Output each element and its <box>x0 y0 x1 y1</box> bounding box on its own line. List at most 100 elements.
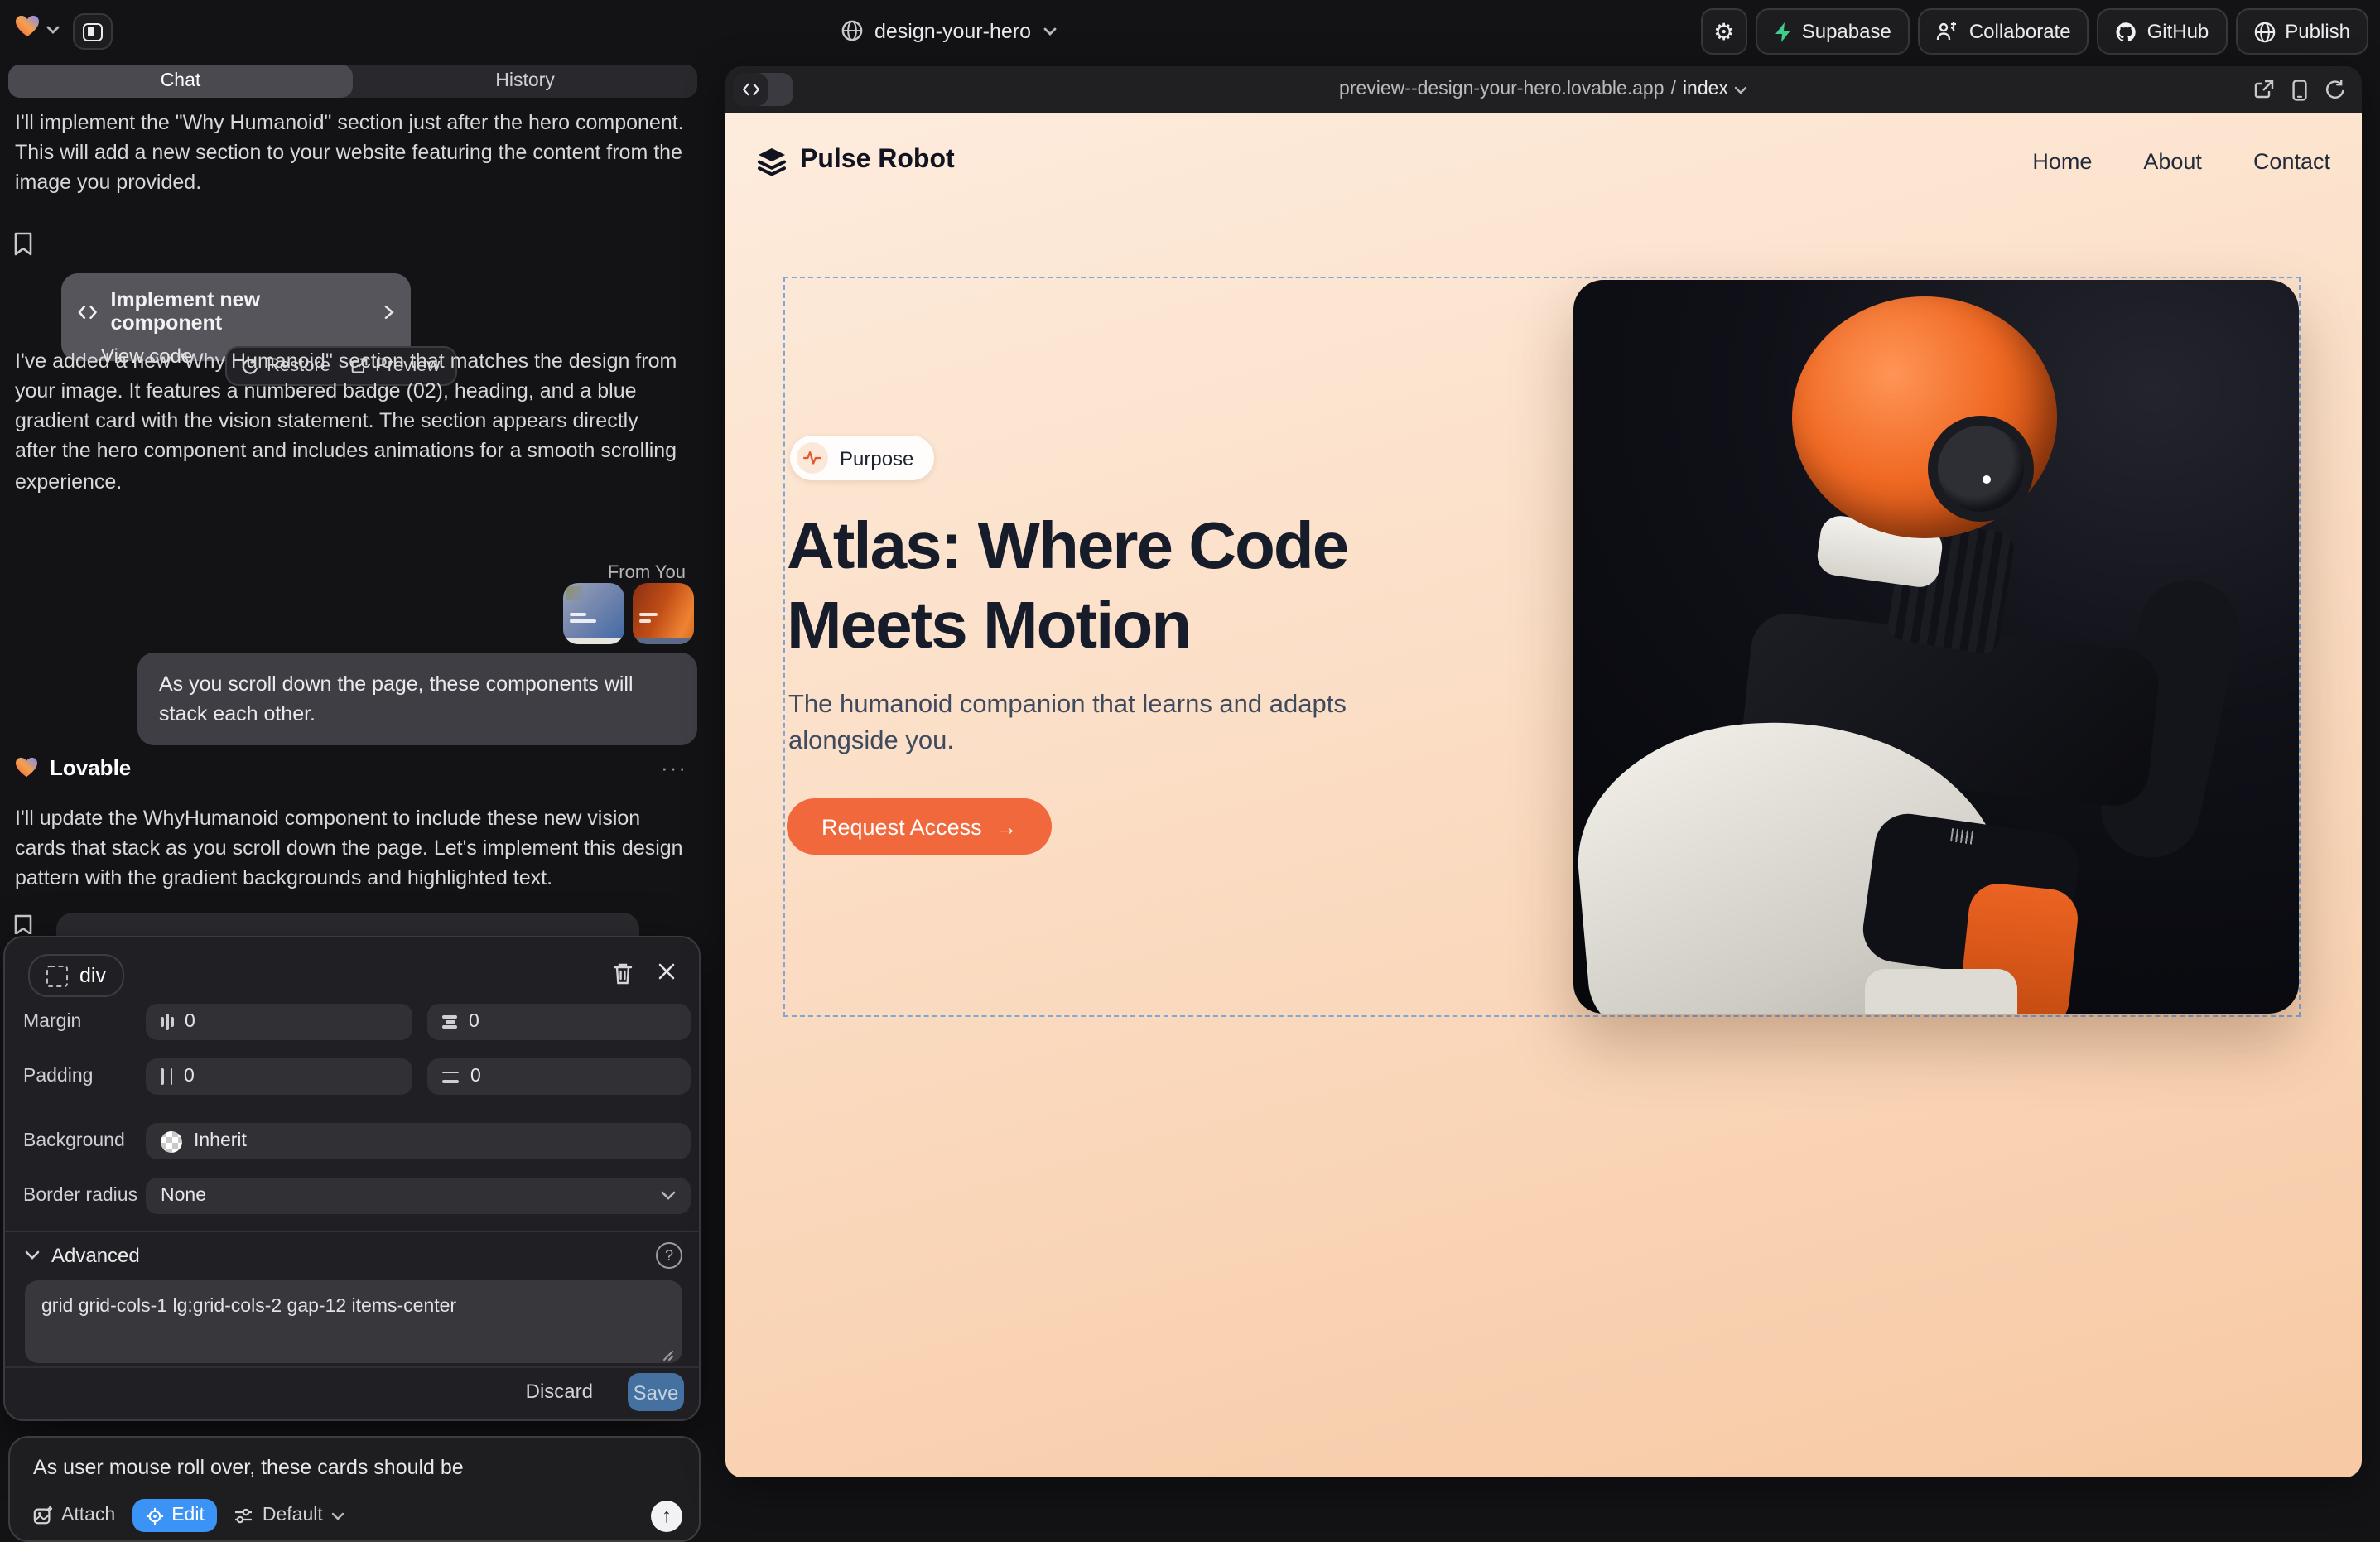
element-tag: div <box>79 964 106 987</box>
transparency-swatch-icon <box>161 1130 182 1152</box>
help-icon[interactable]: ? <box>656 1242 682 1269</box>
chevron-down-icon <box>1043 26 1056 36</box>
chat-history-tabs: Chat History <box>8 65 697 98</box>
margin-x-icon <box>161 1014 173 1030</box>
tab-chat[interactable]: Chat <box>8 65 353 98</box>
border-radius-label: Border radius <box>23 1186 137 1206</box>
sliders-icon <box>234 1507 254 1524</box>
padding-y-icon <box>442 1071 459 1082</box>
more-options-icon[interactable]: ··· <box>661 755 687 780</box>
composer-input[interactable]: As user mouse roll over, these cards sho… <box>33 1456 464 1479</box>
globe-icon <box>841 20 863 41</box>
margin-y-icon <box>442 1016 457 1029</box>
purpose-badge: Purpose <box>790 436 933 480</box>
bookmark-icon <box>13 232 33 257</box>
edit-mode-button[interactable]: Edit <box>132 1499 218 1532</box>
advanced-section-header[interactable]: Advanced ? <box>25 1242 682 1269</box>
padding-label: Padding <box>23 1067 93 1087</box>
preview-host: preview--design-your-hero.lovable.app <box>1339 80 1665 99</box>
selected-element-chip: div <box>28 954 124 997</box>
advanced-classes-textarea[interactable]: grid grid-cols-1 lg:grid-cols-2 gap-12 i… <box>25 1280 682 1363</box>
chevron-down-icon <box>1735 85 1748 94</box>
tab-history[interactable]: History <box>353 65 697 98</box>
chat-composer[interactable]: As user mouse roll over, these cards sho… <box>8 1436 701 1542</box>
gear-icon: ⚙ <box>1713 20 1734 43</box>
preview-toolbar: preview--design-your-hero.lovable.app / … <box>725 66 2362 113</box>
margin-x-input[interactable]: 0 <box>146 1004 412 1040</box>
publish-button[interactable]: Publish <box>2235 8 2368 55</box>
assistant-message: I've added a new "Why Humanoid" section … <box>15 346 684 496</box>
refresh-icon[interactable] <box>2325 80 2345 99</box>
border-radius-select[interactable]: None <box>146 1178 691 1214</box>
robot-visor <box>1928 416 2034 522</box>
request-access-button[interactable]: Request Access → <box>787 798 1053 855</box>
chevron-down-icon[interactable] <box>46 25 60 35</box>
preview-url-selector[interactable]: preview--design-your-hero.lovable.app / … <box>725 66 2362 113</box>
settings-button[interactable]: ⚙ <box>1701 8 1747 55</box>
trash-icon[interactable] <box>613 962 633 985</box>
lovable-heart-icon <box>15 15 40 38</box>
site-nav: Home About Contact <box>2032 148 2330 173</box>
preview-window: preview--design-your-hero.lovable.app / … <box>725 66 2362 1477</box>
mobile-view-icon[interactable] <box>2292 79 2307 100</box>
save-button[interactable]: Save <box>628 1373 684 1411</box>
arrow-up-icon: ↑ <box>662 1504 672 1527</box>
site-brand[interactable]: Pulse Robot <box>757 146 955 176</box>
attachment-thumbnail-orange[interactable] <box>633 583 694 644</box>
resize-handle-icon[interactable] <box>661 1348 674 1361</box>
github-button[interactable]: GitHub <box>2098 8 2228 55</box>
attach-button[interactable]: Attach <box>33 1506 115 1525</box>
publish-globe-icon <box>2253 21 2275 42</box>
sidebar-toggle-button[interactable] <box>73 13 113 50</box>
collaborate-button[interactable]: Collaborate <box>1918 8 2089 55</box>
project-name: design-your-hero <box>874 19 1031 42</box>
hero-subheading: The humanoid companion that learns and a… <box>788 687 1351 762</box>
nav-about[interactable]: About <box>2143 148 2202 173</box>
assistant-name: Lovable <box>50 755 131 780</box>
nav-home[interactable]: Home <box>2032 148 2092 173</box>
background-input[interactable]: Inherit <box>146 1123 691 1159</box>
divider <box>5 1231 699 1232</box>
project-selector[interactable]: design-your-hero <box>841 0 1056 61</box>
lovable-logo-menu[interactable] <box>15 15 40 38</box>
background-label: Background <box>23 1131 125 1151</box>
component-card-title: Implement new component <box>110 288 371 335</box>
inspector-footer: Discard Save <box>5 1366 699 1419</box>
hero-heading: Atlas: Where Code Meets Motion <box>787 507 1515 666</box>
padding-x-icon <box>161 1068 172 1085</box>
user-message-bubble: As you scroll down the page, these compo… <box>137 653 697 746</box>
send-button[interactable]: ↑ <box>651 1500 682 1531</box>
app-topbar: design-your-hero ⚙ Supabase Collaborate <box>0 0 2380 61</box>
padding-x-input[interactable]: 0 <box>146 1058 412 1095</box>
robot-visor-dot <box>1983 475 1991 484</box>
attach-image-icon <box>33 1506 53 1525</box>
attachment-thumbnail-blue[interactable] <box>563 583 624 644</box>
arrow-right-icon: → <box>995 814 1018 839</box>
from-you-label: From You <box>608 563 686 583</box>
padding-y-input[interactable]: 0 <box>427 1058 691 1095</box>
discard-button[interactable]: Discard <box>526 1380 593 1403</box>
supabase-icon <box>1774 21 1792 42</box>
layers-icon <box>757 147 787 175</box>
collaborate-icon <box>1936 22 1959 41</box>
site-canvas: Pulse Robot Home About Contact Purpose A… <box>725 113 2362 1477</box>
hero-robot-image <box>1573 280 2299 1014</box>
nav-contact[interactable]: Contact <box>2253 148 2330 173</box>
site-header: Pulse Robot Home About Contact <box>757 146 2330 176</box>
chat-mode-selector[interactable]: Default <box>234 1506 344 1525</box>
close-icon[interactable] <box>658 962 676 981</box>
margin-y-input[interactable]: 0 <box>427 1004 691 1040</box>
supabase-button[interactable]: Supabase <box>1756 8 1910 55</box>
robot-shin <box>1865 969 2017 1014</box>
target-icon <box>145 1506 163 1525</box>
github-icon <box>2116 21 2137 42</box>
lovable-heart-icon <box>15 757 38 778</box>
chat-panel: Chat History I'll implement the "Why Hum… <box>0 61 712 1491</box>
element-inspector-panel: div Margin 0 0 Padding <box>3 936 701 1421</box>
open-in-new-icon[interactable] <box>2254 80 2274 99</box>
panel-left-icon <box>83 22 103 41</box>
assistant-header: Lovable ··· <box>15 755 687 780</box>
assistant-message: I'll update the WhyHumanoid component to… <box>15 803 684 894</box>
margin-label: Margin <box>23 1012 81 1032</box>
element-outline-icon <box>46 965 68 986</box>
